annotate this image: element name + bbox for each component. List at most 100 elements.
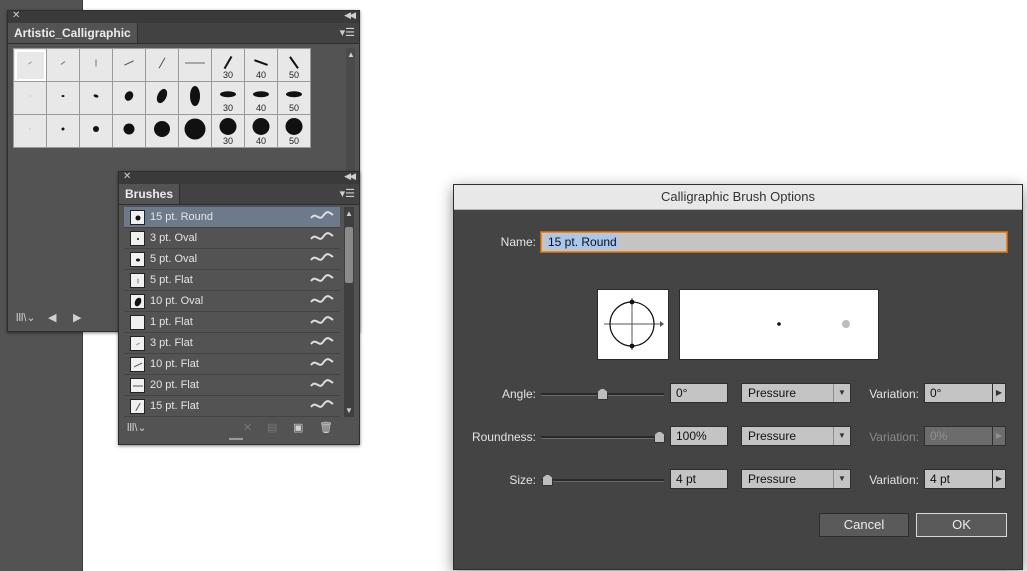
calligraphic-brush-options-dialog: Calligraphic Brush Options Name: 15 pt. … <box>453 184 1023 570</box>
scroll-down-icon[interactable]: ▼ <box>344 406 354 415</box>
panel-topbar[interactable]: ✕ ◀◀ <box>8 10 359 23</box>
brush-swatch[interactable]: 40 <box>245 115 278 148</box>
list-item[interactable]: 5 pt. Oval <box>124 249 340 270</box>
brush-swatch[interactable] <box>47 115 80 148</box>
select-value: Pressure <box>748 472 797 486</box>
angle-variation-field[interactable]: 0° <box>924 383 994 403</box>
remove-stroke-icon[interactable]: ✕ <box>243 421 252 434</box>
dialog-title: Calligraphic Brush Options <box>454 185 1022 210</box>
close-icon[interactable]: ✕ <box>123 171 131 182</box>
brush-swatch[interactable] <box>146 82 179 115</box>
brush-swatch[interactable] <box>14 115 47 148</box>
brush-swatch[interactable]: 50 <box>278 115 311 148</box>
chevron-down-icon: ▼ <box>833 384 850 402</box>
panel-menu-icon[interactable]: ▾☰ <box>340 26 355 39</box>
swatch-label: 30 <box>222 70 233 80</box>
scroll-up-icon[interactable]: ▲ <box>344 209 354 218</box>
roundness-variation-arrow-icon[interactable]: ▶ <box>992 426 1006 446</box>
brush-swatch[interactable] <box>146 49 179 82</box>
tab-artistic-calligraphic[interactable]: Artistic_Calligraphic <box>8 23 138 43</box>
calligraphic-brush-icon <box>310 211 334 219</box>
list-item[interactable]: 10 pt. Flat <box>124 354 340 375</box>
slider-handle[interactable] <box>597 388 608 400</box>
brush-shape-preview <box>604 298 664 350</box>
calligraphic-brush-icon <box>310 400 334 408</box>
list-item[interactable]: 10 pt. Oval <box>124 291 340 312</box>
size-variation-select[interactable]: Pressure ▼ <box>741 469 851 489</box>
brush-swatch[interactable] <box>14 49 47 82</box>
new-brush-icon[interactable]: ▣ <box>293 421 303 434</box>
calligraphic-brush-icon <box>310 253 334 261</box>
slider-handle[interactable] <box>542 474 553 486</box>
brush-shape-editor[interactable] <box>597 289 669 360</box>
swatch-label: 40 <box>255 103 266 113</box>
brush-swatch[interactable] <box>113 49 146 82</box>
brush-swatch[interactable] <box>179 82 212 115</box>
brush-swatch[interactable]: 30 <box>212 82 245 115</box>
brush-swatch[interactable]: 30 <box>212 115 245 148</box>
brush-swatch[interactable] <box>146 115 179 148</box>
scrollbar-thumb[interactable] <box>345 227 353 283</box>
calligraphic-brush-icon <box>310 232 334 240</box>
brush-thumbnail <box>130 210 145 225</box>
angle-field[interactable]: 0° <box>670 383 728 403</box>
scrollbar[interactable]: ▲ ▼ <box>344 207 354 417</box>
brush-swatch[interactable] <box>47 82 80 115</box>
ok-button[interactable]: OK <box>916 513 1007 537</box>
list-item[interactable]: 5 pt. Flat <box>124 270 340 291</box>
options-icon[interactable]: ▤ <box>267 421 277 434</box>
swatch-label: 40 <box>255 70 266 80</box>
list-item[interactable]: 15 pt. Flat <box>124 396 340 417</box>
brush-swatch[interactable]: 30 <box>212 49 245 82</box>
previous-library-icon[interactable]: ◀ <box>48 311 56 324</box>
name-field[interactable]: 15 pt. Round <box>541 232 1007 252</box>
list-item[interactable]: 3 pt. Oval <box>124 228 340 249</box>
brush-swatch[interactable] <box>113 115 146 148</box>
size-variation-field[interactable]: 4 pt <box>924 469 994 489</box>
brush-swatch[interactable]: 40 <box>245 49 278 82</box>
roundness-field[interactable]: 100% <box>670 426 728 446</box>
list-item[interactable]: 1 pt. Flat <box>124 312 340 333</box>
roundness-slider[interactable] <box>541 431 665 443</box>
panel-topbar[interactable]: ✕ ◀◀ <box>119 171 359 184</box>
roundness-variation-select[interactable]: Pressure ▼ <box>741 426 851 446</box>
brush-swatch[interactable]: 50 <box>278 49 311 82</box>
size-field[interactable]: 4 pt <box>670 469 728 489</box>
brush-swatch[interactable]: 50 <box>278 82 311 115</box>
panel-menu-icon[interactable]: ▾☰ <box>340 187 355 200</box>
cancel-button[interactable]: Cancel <box>819 513 909 537</box>
angle-slider[interactable] <box>541 388 664 400</box>
brush-library-menu-icon[interactable]: lll\⌄ <box>127 421 147 434</box>
angle-variation-arrow-icon[interactable]: ▶ <box>992 383 1006 403</box>
brush-swatch[interactable] <box>80 115 113 148</box>
angle-variation-select[interactable]: Pressure ▼ <box>741 383 851 403</box>
brush-library-menu-icon[interactable]: lll\⌄ <box>16 311 36 324</box>
collapse-icon[interactable]: ◀◀ <box>344 10 356 21</box>
resize-grip-icon[interactable]: ▬▬ <box>229 435 243 442</box>
brush-thumbnail <box>130 336 145 351</box>
brush-swatch[interactable]: 40 <box>245 82 278 115</box>
roundness-variation-field[interactable]: 0% <box>924 426 994 446</box>
list-item[interactable]: 15 pt. Round <box>124 207 340 228</box>
list-item[interactable]: 3 pt. Flat <box>124 333 340 354</box>
brush-swatch[interactable] <box>113 82 146 115</box>
tab-brushes[interactable]: Brushes <box>119 184 181 204</box>
scroll-up-icon[interactable]: ▲ <box>346 50 356 59</box>
brush-swatch[interactable] <box>179 49 212 82</box>
calligraphic-brush-icon <box>310 316 334 324</box>
brush-swatch[interactable] <box>14 82 47 115</box>
size-variation-arrow-icon[interactable]: ▶ <box>992 469 1006 489</box>
brush-swatch[interactable] <box>80 82 113 115</box>
next-library-icon[interactable]: ▶ <box>73 311 81 324</box>
swatch-label: 40 <box>255 136 266 146</box>
brush-swatch[interactable] <box>179 115 212 148</box>
size-slider[interactable] <box>541 474 664 486</box>
slider-handle[interactable] <box>654 431 665 443</box>
trash-icon[interactable]: 🗑 <box>319 421 333 434</box>
brush-swatch[interactable] <box>47 49 80 82</box>
brush-name: 10 pt. Flat <box>150 358 199 370</box>
close-icon[interactable]: ✕ <box>12 10 20 21</box>
list-item[interactable]: 20 pt. Flat <box>124 375 340 396</box>
brush-swatch[interactable] <box>80 49 113 82</box>
collapse-icon[interactable]: ◀◀ <box>344 171 356 182</box>
